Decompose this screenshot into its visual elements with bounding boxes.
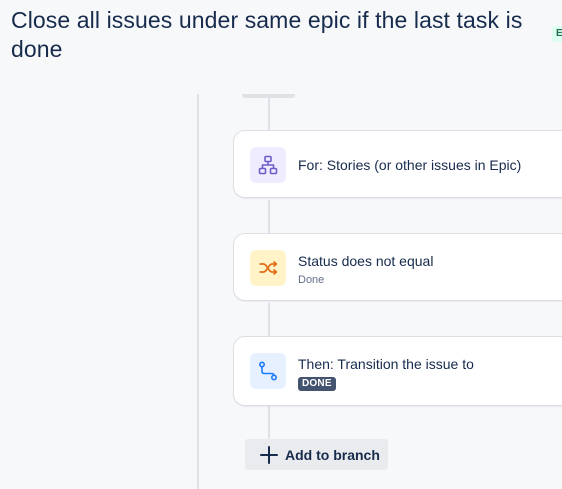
page-title: Close all issues under same epic if the … xyxy=(11,7,523,62)
connector-line xyxy=(268,98,270,130)
automation-rule-page: Close all issues under same epic if the … xyxy=(0,0,562,489)
step-title: For: Stories (or other issues in Epic) xyxy=(298,157,522,173)
condition-card[interactable]: Status does not equal Done xyxy=(233,233,562,301)
panel-divider xyxy=(197,94,199,489)
transition-path-icon xyxy=(250,353,286,389)
status-lozenge: DONE xyxy=(298,377,336,391)
plus-icon xyxy=(260,445,278,464)
add-to-branch-label: Add to branch xyxy=(285,446,380,463)
hierarchy-icon xyxy=(250,147,286,183)
branch-for-card[interactable]: For: Stories (or other issues in Epic) xyxy=(233,130,562,198)
step-title: Then: Transition the issue to xyxy=(298,356,474,372)
connector-line xyxy=(268,303,270,336)
shuffle-condition-icon xyxy=(250,250,286,286)
add-to-branch-button[interactable]: Add to branch xyxy=(245,439,388,470)
connector-line xyxy=(268,406,270,439)
connector-line xyxy=(268,200,270,233)
step-subtitle: Done xyxy=(298,274,325,286)
transition-action-card[interactable]: Then: Transition the issue to DONE xyxy=(233,336,562,406)
step-title: Status does not equal xyxy=(298,253,434,269)
rule-status-badge: E xyxy=(552,26,562,42)
